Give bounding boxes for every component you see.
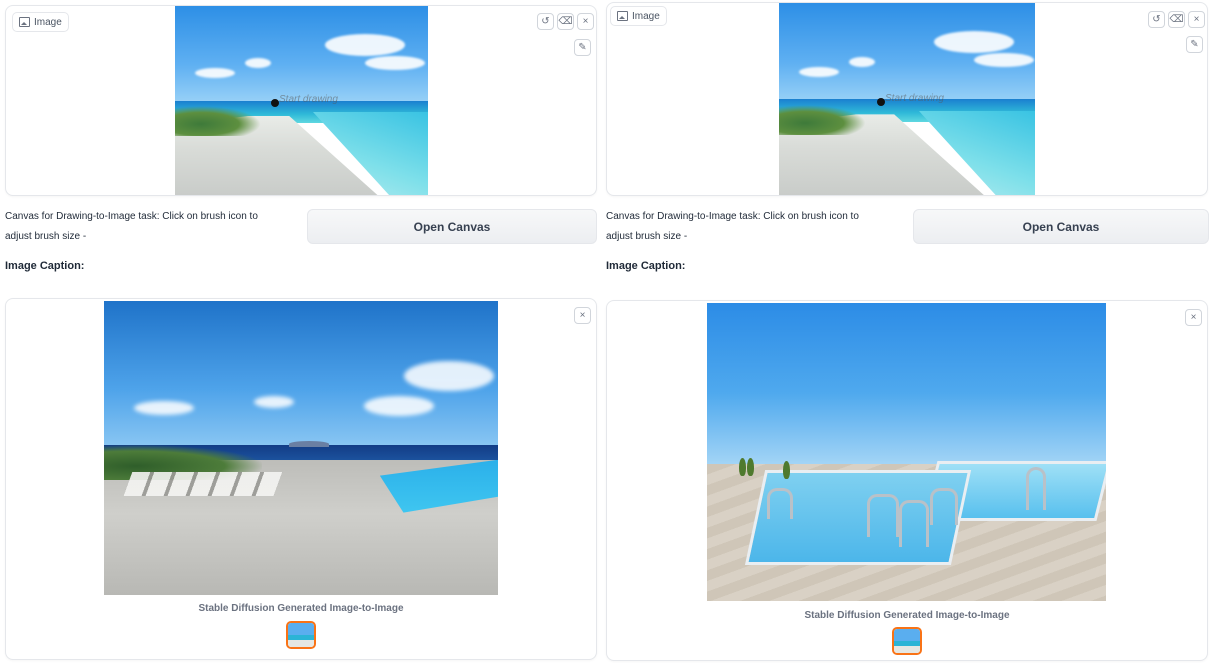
undo-icon[interactable]: ↺ [1148,11,1165,28]
brush-icon[interactable]: ✎ [574,39,591,56]
input-drawing-image[interactable]: Start drawing [175,6,428,195]
brush-cursor [877,98,885,106]
close-icon[interactable]: × [1188,11,1205,28]
undo-icon[interactable]: ↺ [537,13,554,30]
image-icon [617,11,628,21]
generated-caption: Stable Diffusion Generated Image-to-Imag… [804,610,1010,621]
close-icon[interactable]: × [574,307,591,324]
output-image-panel: × Stable Diffusion Generated Image-to-Im… [5,298,597,660]
erase-icon[interactable]: ⌫ [557,13,574,30]
start-drawing-hint: Start drawing [279,94,338,105]
output-image-panel: × Stable Diffusion Generated Image-to-Im… [606,300,1208,661]
image-label-text: Image [632,10,660,22]
canvas-description: Canvas for Drawing-to-Image task: Click … [5,211,258,242]
image-caption-label: Image Caption: [606,260,686,272]
image-label: Image [610,6,667,26]
image-label-text: Image [34,16,62,28]
input-drawing-image[interactable]: Start drawing [779,3,1035,195]
close-icon[interactable]: × [577,13,594,30]
generated-caption: Stable Diffusion Generated Image-to-Imag… [198,603,404,614]
image-icon [19,17,30,27]
open-canvas-button[interactable]: Open Canvas [913,209,1209,244]
open-canvas-button[interactable]: Open Canvas [307,209,597,244]
erase-icon[interactable]: ⌫ [1168,11,1185,28]
canvas-description: Canvas for Drawing-to-Image task: Click … [606,211,859,242]
brush-icon[interactable]: ✎ [1186,36,1203,53]
input-image-panel: Image Start drawing ↺ ⌫ × ✎ [5,5,597,196]
generated-image [104,301,498,595]
input-image-panel: Image Start drawing ↺ ⌫ × ✎ [606,2,1208,196]
generated-image [707,303,1106,601]
close-icon[interactable]: × [1185,309,1202,326]
brush-cursor [271,99,279,107]
image-caption-label: Image Caption: [5,260,85,272]
start-drawing-hint: Start drawing [885,93,944,104]
gallery-thumbnail[interactable] [892,627,922,655]
image-label: Image [12,12,69,32]
gallery-thumbnail[interactable] [286,621,316,649]
